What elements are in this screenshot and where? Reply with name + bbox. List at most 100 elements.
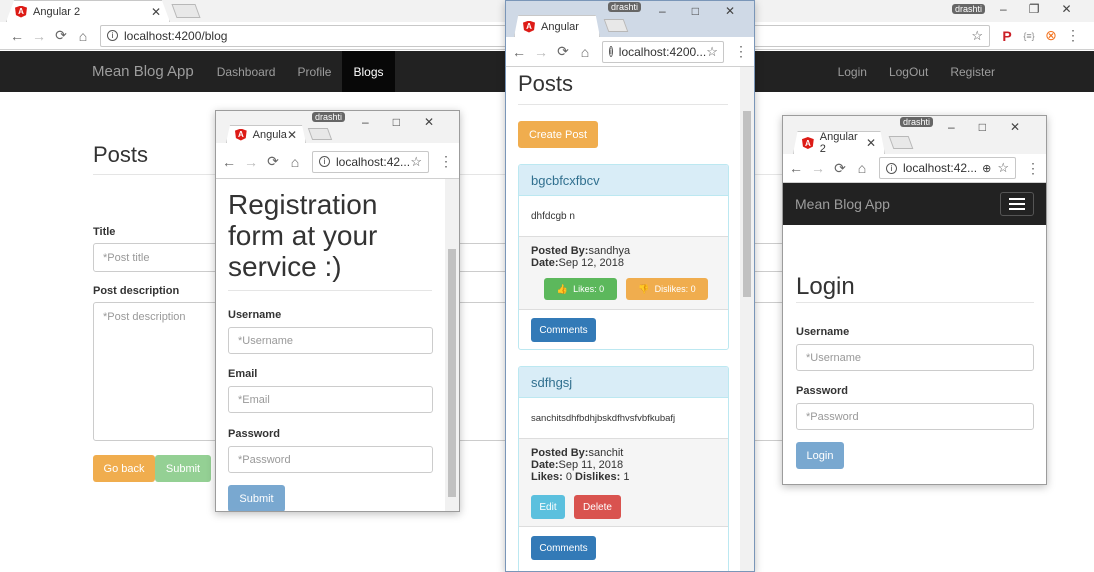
bookmark-star-icon[interactable]: ☆ xyxy=(706,44,718,60)
post-title: bgcbfcxfbcv xyxy=(519,165,728,196)
posted-by-value: sandhya xyxy=(588,245,631,257)
extension-icon[interactable]: {≡} xyxy=(1018,31,1040,41)
reg-scroll-thumb[interactable] xyxy=(448,249,456,497)
nav-dashboard[interactable]: Dashboard xyxy=(206,51,287,92)
back-icon[interactable]: ← xyxy=(785,160,807,176)
login-button[interactable]: Login xyxy=(796,442,844,469)
minimize-icon[interactable]: – xyxy=(1000,2,1007,16)
home-icon[interactable]: ⌂ xyxy=(574,44,596,60)
back-icon[interactable]: ← xyxy=(218,154,240,170)
info-icon[interactable]: i xyxy=(609,46,613,57)
address-bar[interactable]: i localhost:42... ⊕ ☆ xyxy=(879,157,1016,179)
address-bar[interactable]: i localhost:4200... ☆ xyxy=(602,40,724,63)
maximize-icon[interactable]: □ xyxy=(692,4,699,18)
reload-icon[interactable]: ⟳ xyxy=(829,160,851,177)
home-icon[interactable]: ⌂ xyxy=(851,160,873,176)
posts-tab[interactable]: A Angular xyxy=(514,15,600,37)
info-icon[interactable]: i xyxy=(319,156,330,167)
minimize-icon[interactable]: – xyxy=(362,115,369,129)
navbar-brand[interactable]: Mean Blog App xyxy=(92,63,194,80)
user-badge[interactable]: drashti xyxy=(312,112,346,122)
reg-tab[interactable]: A Angula ✕ xyxy=(226,125,306,143)
close-tab-icon[interactable]: ✕ xyxy=(866,136,876,150)
hamburger-menu-icon[interactable] xyxy=(1000,192,1034,216)
go-back-button[interactable]: Go back xyxy=(93,455,155,482)
zoom-icon[interactable]: ⊕ xyxy=(982,162,991,175)
likes-button[interactable]: 👍 Likes: 0 xyxy=(544,278,617,300)
reload-icon[interactable]: ⟳ xyxy=(50,27,72,44)
main-tab[interactable]: A Angular 2 ✕ xyxy=(6,0,170,22)
reload-icon[interactable]: ⟳ xyxy=(552,43,574,60)
reg-scrollbar[interactable] xyxy=(445,179,459,511)
email-label: Email xyxy=(228,368,258,380)
dislikes-value: 1 xyxy=(623,471,630,483)
submit-button-disabled[interactable]: Submit xyxy=(155,455,211,482)
user-badge[interactable]: drashti xyxy=(952,4,986,14)
username-input[interactable]: *Username xyxy=(228,327,433,354)
menu-icon[interactable]: ⋮ xyxy=(730,43,752,60)
new-tab-button[interactable] xyxy=(603,19,629,32)
post-meta: Posted By:sanchit Date:Sep 11, 2018 Like… xyxy=(519,439,728,527)
new-tab-button[interactable] xyxy=(307,128,333,140)
posts-divider xyxy=(518,104,728,105)
password-input[interactable]: *Password xyxy=(796,403,1034,430)
close-tab-icon[interactable]: ✕ xyxy=(151,5,161,19)
nav-profile[interactable]: Profile xyxy=(286,51,342,92)
posts-scrollbar[interactable] xyxy=(740,67,754,571)
posts-scroll-thumb[interactable] xyxy=(743,111,751,297)
new-tab-button[interactable] xyxy=(171,4,201,18)
comments-button[interactable]: Comments xyxy=(531,536,596,560)
navbar-brand[interactable]: Mean Blog App xyxy=(795,196,890,212)
close-window-icon[interactable]: ✕ xyxy=(725,4,735,18)
forward-icon[interactable]: → xyxy=(530,44,552,60)
maximize-icon[interactable]: ❐ xyxy=(1029,2,1040,16)
user-badge[interactable]: drashti xyxy=(900,117,934,127)
password-input[interactable]: *Password xyxy=(228,446,433,473)
hamburger-bar xyxy=(1009,208,1025,210)
close-window-icon[interactable]: ✕ xyxy=(1010,120,1020,134)
back-icon[interactable]: ← xyxy=(508,44,530,60)
login-tab[interactable]: A Angular 2 ✕ xyxy=(793,131,885,154)
menu-icon[interactable]: ⋮ xyxy=(1022,160,1044,177)
nav-blogs[interactable]: Blogs xyxy=(342,51,395,92)
close-window-icon[interactable]: ✕ xyxy=(1061,2,1071,16)
window-controls: – □ ✕ xyxy=(362,115,434,129)
address-bar[interactable]: i localhost:42... ☆ xyxy=(312,150,429,173)
menu-icon[interactable]: ⋮ xyxy=(1062,27,1084,44)
new-tab-button[interactable] xyxy=(888,136,914,149)
username-input[interactable]: *Username xyxy=(796,344,1034,371)
bookmark-star-icon[interactable]: ☆ xyxy=(971,28,983,44)
close-tab-icon[interactable]: ✕ xyxy=(287,128,297,142)
create-post-button[interactable]: Create Post xyxy=(518,121,598,148)
minimize-icon[interactable]: – xyxy=(948,120,955,134)
forward-icon[interactable]: → xyxy=(240,154,262,170)
home-icon[interactable]: ⌂ xyxy=(284,154,306,170)
nav-register[interactable]: Register xyxy=(939,51,1006,92)
dislikes-button[interactable]: 👎 Dislikes: 0 xyxy=(626,278,708,300)
forward-icon[interactable]: → xyxy=(28,28,50,44)
info-icon[interactable]: i xyxy=(886,162,897,174)
email-input[interactable]: *Email xyxy=(228,386,433,413)
user-badge[interactable]: drashti xyxy=(608,2,642,12)
back-icon[interactable]: ← xyxy=(6,28,28,44)
likes-line: Likes: 0 Dislikes: 1 xyxy=(531,471,716,483)
menu-icon[interactable]: ⋮ xyxy=(435,153,457,170)
edit-button[interactable]: Edit xyxy=(531,495,565,519)
pinterest-icon[interactable]: P xyxy=(996,28,1018,44)
maximize-icon[interactable]: □ xyxy=(393,115,400,129)
info-icon[interactable]: i xyxy=(107,30,118,41)
minimize-icon[interactable]: – xyxy=(659,4,666,18)
bookmark-star-icon[interactable]: ☆ xyxy=(997,160,1009,176)
bookmark-star-icon[interactable]: ☆ xyxy=(410,154,422,170)
reload-icon[interactable]: ⟳ xyxy=(262,153,284,170)
forward-icon[interactable]: → xyxy=(807,160,829,176)
home-icon[interactable]: ⌂ xyxy=(72,28,94,44)
maximize-icon[interactable]: □ xyxy=(979,120,986,134)
delete-button[interactable]: Delete xyxy=(574,495,621,519)
comments-button[interactable]: Comments xyxy=(531,318,596,342)
nav-logout[interactable]: LogOut xyxy=(878,51,939,92)
register-submit-button[interactable]: Submit xyxy=(228,485,285,511)
extension-orange-icon[interactable]: ⊗ xyxy=(1040,27,1062,44)
nav-login[interactable]: Login xyxy=(827,51,878,92)
close-window-icon[interactable]: ✕ xyxy=(424,115,434,129)
